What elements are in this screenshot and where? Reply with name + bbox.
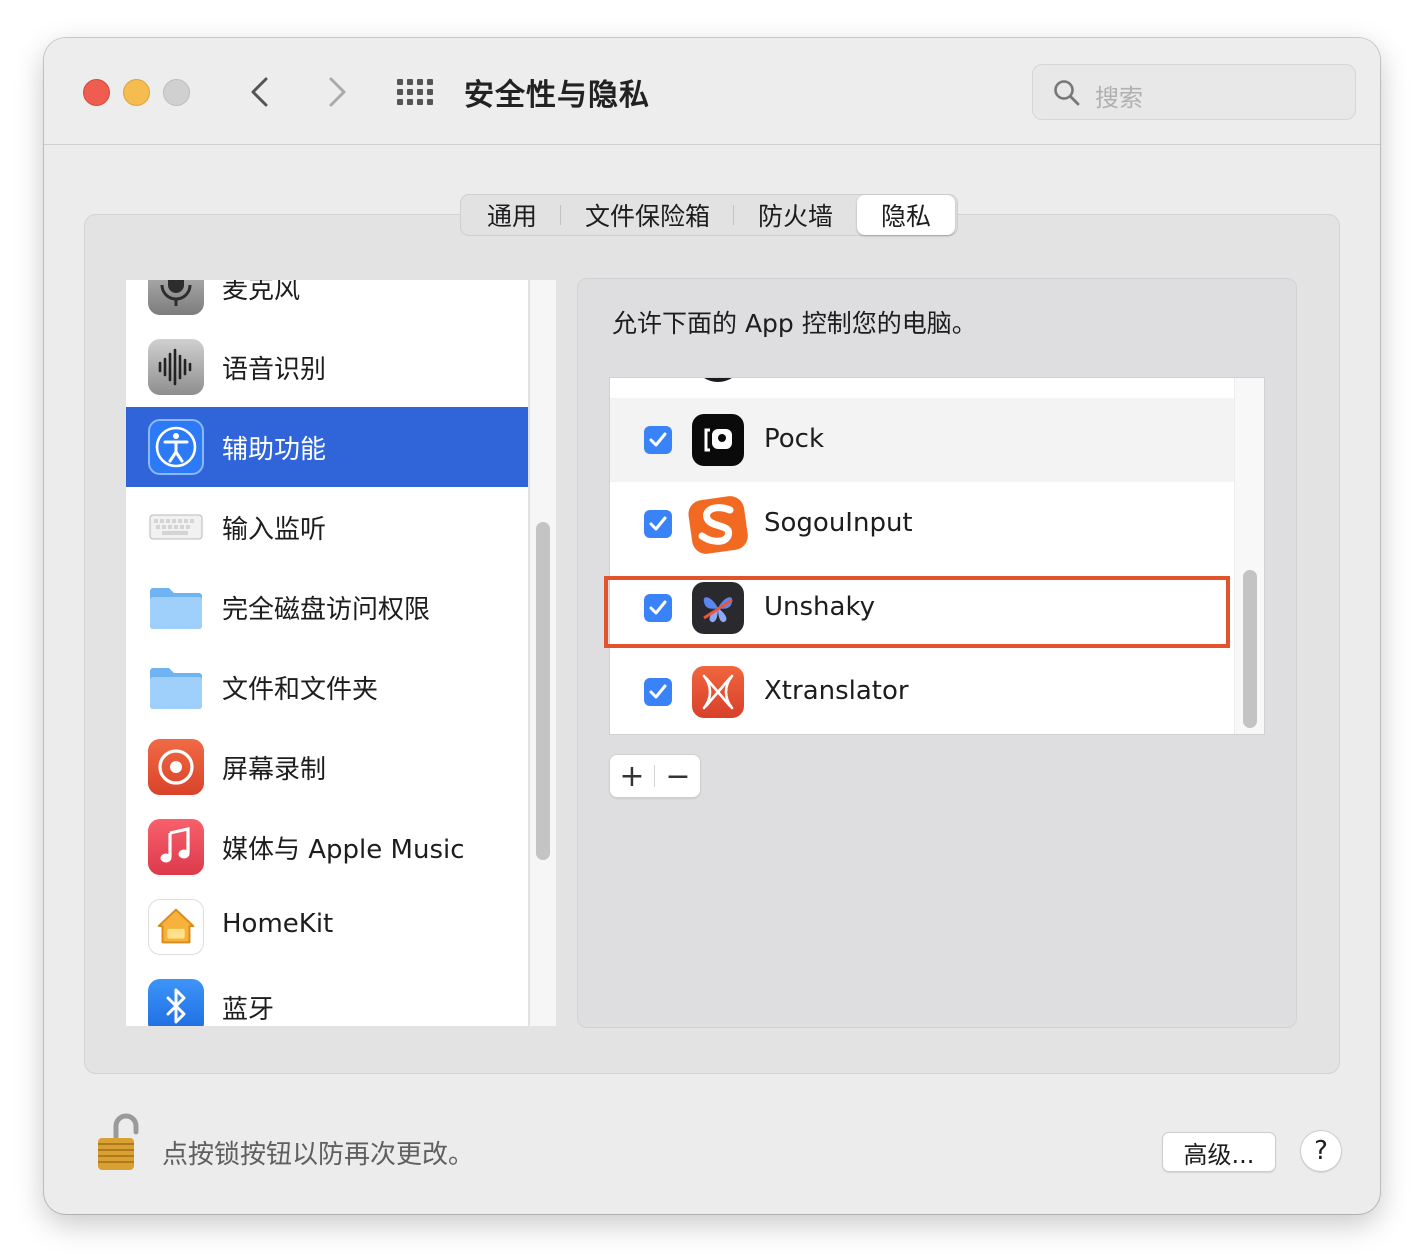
folder-icon: [148, 659, 204, 715]
app-name: Xtranslator: [764, 676, 909, 706]
accessibility-icon: [148, 419, 204, 475]
sidebar-item-full-disk-access[interactable]: 完全磁盘访问权限: [126, 567, 528, 647]
waveform-icon: [148, 339, 204, 395]
checkmark-icon: [649, 516, 667, 531]
app-row-pock[interactable]: Pock: [610, 398, 1234, 482]
grid-icon: [397, 79, 433, 105]
search-field[interactable]: 搜索: [1032, 64, 1356, 120]
title-bar: 安全性与隐私 搜索: [44, 38, 1380, 145]
lock-hint-text: 点按锁按钮以防再次更改。: [162, 1140, 475, 1170]
sidebar-item-accessibility[interactable]: 辅助功能: [126, 407, 528, 487]
remove-app-button[interactable]: −: [656, 755, 700, 797]
sidebar-scrollbar[interactable]: [536, 522, 550, 860]
sidebar-item-label: 媒体与 Apple Music: [222, 835, 465, 865]
minimize-button[interactable]: [123, 79, 150, 106]
window-title: 安全性与隐私: [464, 78, 650, 113]
bluetooth-icon: [148, 979, 204, 1026]
sidebar-item-label: 辅助功能: [222, 435, 327, 465]
app-list[interactable]: Pock SogouInput Unshaky Xtranslator: [609, 377, 1265, 735]
list-item: [610, 378, 1234, 398]
tab-bar: 通用 文件保险箱 防火墙 隐私: [460, 194, 959, 236]
xtranslator-app-icon: [692, 666, 744, 718]
add-remove-control: + −: [609, 754, 701, 798]
add-app-button[interactable]: +: [610, 755, 654, 797]
sidebar-item-files-and-folders[interactable]: 文件和文件夹: [126, 647, 528, 727]
home-icon: [148, 899, 204, 955]
chevron-left-icon: [251, 77, 268, 107]
help-button[interactable]: ?: [1300, 1130, 1342, 1172]
annotation-highlight-box: [604, 576, 1230, 648]
close-button[interactable]: [83, 79, 110, 106]
folder-icon: [148, 579, 204, 635]
tab-privacy[interactable]: 隐私: [857, 195, 956, 235]
tab-firewall[interactable]: 防火墙: [734, 195, 857, 235]
checkbox[interactable]: [644, 510, 672, 538]
app-list-scrollbar[interactable]: [1243, 570, 1257, 728]
keyboard-icon: [148, 499, 204, 555]
sidebar-item-label: 麦克风: [222, 280, 301, 305]
tab-general[interactable]: 通用: [463, 195, 562, 235]
app-row-sogouinput[interactable]: SogouInput: [610, 482, 1234, 566]
checkbox[interactable]: [644, 678, 672, 706]
microphone-icon: [148, 280, 204, 315]
sidebar-item-label: 文件和文件夹: [222, 675, 379, 705]
lock-button[interactable]: [94, 1110, 146, 1174]
sidebar-item-speech-recognition[interactable]: 语音识别: [126, 327, 528, 407]
sidebar-item-label: 完全磁盘访问权限: [222, 595, 431, 625]
sidebar-item-media-apple-music[interactable]: 媒体与 Apple Music: [126, 807, 528, 887]
sidebar-item-label: 输入监听: [222, 515, 327, 545]
app-name: SogouInput: [764, 508, 913, 538]
advanced-button[interactable]: 高级...: [1162, 1132, 1276, 1172]
pock-app-icon: [692, 414, 744, 466]
show-all-button[interactable]: [396, 78, 434, 106]
checkmark-icon: [649, 684, 667, 699]
sidebar-item-bluetooth[interactable]: 蓝牙: [126, 967, 528, 1026]
sidebar-item-label: 屏幕录制: [222, 755, 327, 785]
preferences-window: 安全性与隐私 搜索 通用 文件保险箱 防火墙 隐私 麦克风 语音识别 辅助功能 …: [44, 38, 1380, 1214]
divider: [654, 765, 655, 787]
checkbox[interactable]: [644, 426, 672, 454]
sogou-app-icon: [686, 492, 750, 556]
app-icon: [692, 378, 744, 382]
app-name: Pock: [764, 424, 825, 454]
screen-record-icon: [148, 739, 204, 795]
sidebar-item-label: 语音识别: [222, 355, 327, 385]
search-icon: [1054, 80, 1080, 106]
back-button[interactable]: [244, 74, 278, 110]
sidebar-item-screen-recording[interactable]: 屏幕录制: [126, 727, 528, 807]
sidebar-item-label: HomeKit: [222, 909, 334, 939]
privacy-category-list[interactable]: 麦克风 语音识别 辅助功能 输入监听 完全磁盘访问权限 文件和文件夹 屏幕录制 …: [126, 280, 528, 1026]
sidebar-item-input-monitoring[interactable]: 输入监听: [126, 487, 528, 567]
permission-description: 允许下面的 App 控制您的电脑。: [612, 309, 977, 338]
tab-filevault[interactable]: 文件保险箱: [561, 195, 735, 235]
search-placeholder: 搜索: [1095, 84, 1143, 112]
app-row-xtranslator[interactable]: Xtranslator: [610, 650, 1234, 734]
unlocked-padlock-icon: [98, 1113, 139, 1170]
sidebar-item-microphone[interactable]: 麦克风: [126, 280, 528, 327]
music-note-icon: [148, 819, 204, 875]
checkmark-icon: [649, 432, 667, 447]
zoom-button[interactable]: [163, 79, 190, 106]
sidebar-item-homekit[interactable]: HomeKit: [126, 887, 528, 967]
chevron-right-icon: [329, 77, 346, 107]
forward-button[interactable]: [319, 74, 353, 110]
sidebar-item-label: 蓝牙: [222, 995, 275, 1025]
